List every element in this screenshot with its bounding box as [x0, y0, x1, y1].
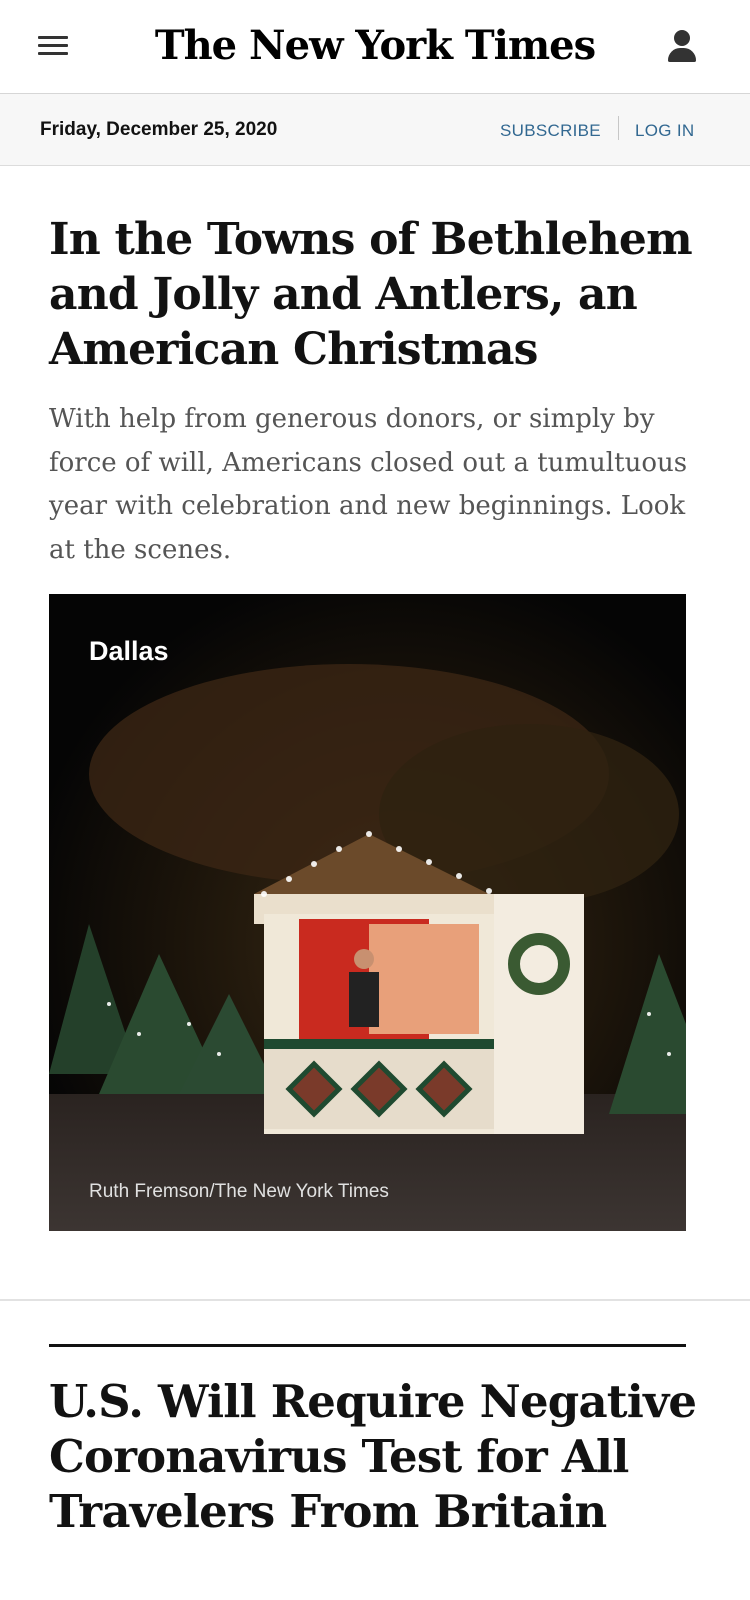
user-icon[interactable] — [666, 30, 698, 64]
masthead: The New York Times — [0, 0, 750, 94]
story-rule — [49, 1344, 686, 1347]
story-headline[interactable]: In the Towns of Bethlehem and Jolly and … — [49, 212, 699, 377]
story-photo[interactable]: Dallas Ruth Fremson/The New York Times — [49, 594, 686, 1231]
login-link[interactable]: LOG IN — [635, 121, 694, 141]
photo-location-label: Dallas — [89, 636, 169, 666]
link-divider — [618, 116, 619, 140]
photo-credit: Ruth Fremson/The New York Times — [89, 1181, 389, 1202]
current-date: Friday, December 25, 2020 — [40, 119, 278, 140]
subscribe-link[interactable]: SUBSCRIBE — [500, 121, 601, 141]
section-divider — [0, 1299, 750, 1301]
christmas-booth-photo — [49, 594, 686, 1231]
nyt-logo[interactable]: The New York Times — [0, 22, 750, 69]
story-headline[interactable]: U.S. Will Require Negative Coronavirus T… — [49, 1374, 709, 1539]
story-summary[interactable]: With help from generous donors, or simpl… — [49, 398, 699, 572]
date-bar: Friday, December 25, 2020 SUBSCRIBE LOG … — [0, 94, 750, 166]
